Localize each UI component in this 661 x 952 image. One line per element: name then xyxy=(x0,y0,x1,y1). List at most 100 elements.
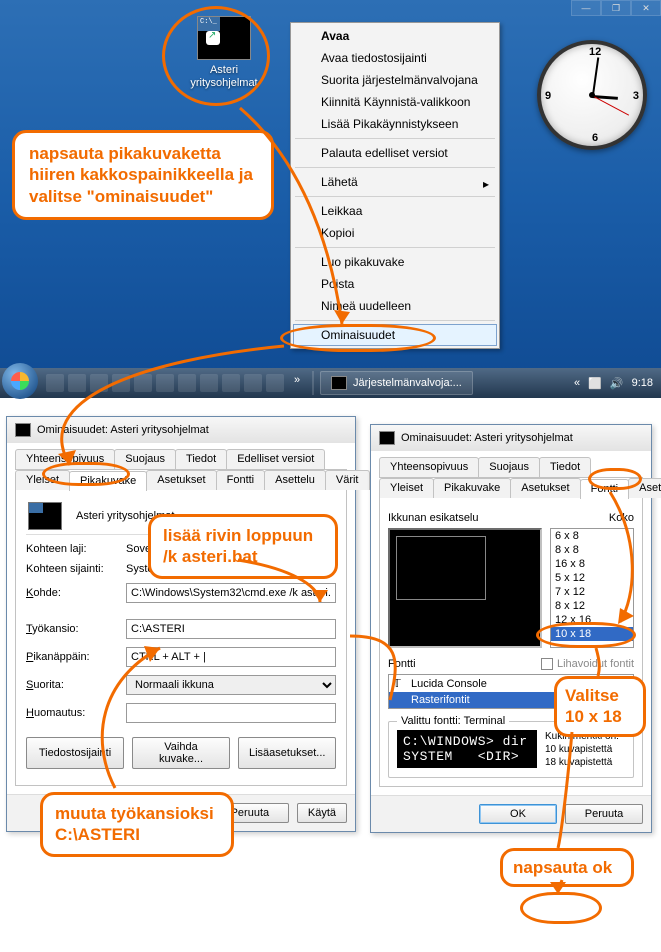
restore-button[interactable]: ❐ xyxy=(601,0,631,16)
comment-label: Huomautus: xyxy=(26,707,120,719)
size-option[interactable]: 16 x 8 xyxy=(551,557,633,571)
dialog-titlebar[interactable]: Ominaisuudet: Asteri yritysohjelmat xyxy=(371,425,651,451)
tab[interactable]: Edelliset versiot xyxy=(226,449,325,469)
window-preview xyxy=(388,528,542,648)
taskbar: » Järjestelmänvalvoja:... « ⬜ 🔊 9:18 xyxy=(0,368,661,398)
close-button[interactable]: ✕ xyxy=(631,0,661,16)
minimize-button[interactable]: — xyxy=(571,0,601,16)
context-menu-item[interactable]: Avaa xyxy=(293,25,497,47)
submenu-arrow-icon: ▸ xyxy=(483,177,489,191)
tab[interactable]: Asetukset xyxy=(146,470,216,490)
ql-icon[interactable] xyxy=(222,374,240,392)
annotation-ring-shortcut xyxy=(162,6,270,106)
annotation-ring-font-tab xyxy=(588,468,642,490)
start-button[interactable] xyxy=(2,363,38,399)
tray-chevron-icon[interactable]: « xyxy=(574,377,580,389)
size-option[interactable]: 8 x 12 xyxy=(551,599,633,613)
ql-icon[interactable] xyxy=(178,374,196,392)
context-menu-item[interactable]: Suorita järjestelmänvalvojana xyxy=(293,69,497,91)
bold-fonts-checkbox[interactable]: LLihavoidut fontitihavoidut fontit xyxy=(541,658,634,670)
tab[interactable]: Suojaus xyxy=(114,449,176,469)
clock-minute-hand xyxy=(592,57,599,95)
ql-icon[interactable] xyxy=(266,374,284,392)
ql-icon[interactable] xyxy=(46,374,64,392)
clock-num-3: 3 xyxy=(633,90,639,102)
tray-volume-icon[interactable]: 🔊 xyxy=(610,377,624,390)
clock-num-6: 6 xyxy=(592,132,598,144)
ql-icon[interactable] xyxy=(156,374,174,392)
tab[interactable]: Suojaus xyxy=(478,457,540,477)
cmd-icon xyxy=(331,376,347,390)
annotation-callout-choose-size: Valitse10 x 18 xyxy=(554,676,646,737)
shortcut-large-icon xyxy=(28,502,62,530)
annotation-ring-properties xyxy=(280,324,436,352)
ql-icon[interactable] xyxy=(200,374,218,392)
tab[interactable]: Tiedot xyxy=(175,449,227,469)
ql-chevron-icon[interactable]: » xyxy=(288,374,306,392)
tab[interactable]: Tiedot xyxy=(539,457,591,477)
ql-icon[interactable] xyxy=(90,374,108,392)
ok-button[interactable]: OK xyxy=(479,804,557,824)
window-controls: — ❐ ✕ xyxy=(571,0,661,16)
target-label: Kohde: xyxy=(26,587,120,599)
tab[interactable]: Pikakuvake xyxy=(433,478,511,498)
open-file-location-button[interactable]: Tiedostosijainti xyxy=(26,737,124,769)
startin-input[interactable] xyxy=(126,619,336,639)
apply-button[interactable]: Käytä xyxy=(297,803,347,823)
dialog-title: Ominaisuudet: Asteri yritysohjelmat xyxy=(37,424,209,436)
font-label: Fontti xyxy=(388,658,416,670)
context-menu-item[interactable]: Poista xyxy=(293,273,497,295)
tab[interactable]: Yleiset xyxy=(379,478,434,498)
context-menu-item[interactable]: Kopioi xyxy=(293,222,497,244)
context-menu-item[interactable]: Leikkaa xyxy=(293,200,497,222)
size-option[interactable]: 7 x 12 xyxy=(551,585,633,599)
ql-icon[interactable] xyxy=(134,374,152,392)
tab[interactable]: Fontti xyxy=(216,470,266,490)
annotation-callout-append: lisää rivin loppuun/k asteri.bat xyxy=(148,514,338,579)
truetype-icon: 𝕋 xyxy=(393,677,407,690)
hotkey-label: Pikanäppäin: xyxy=(26,651,120,663)
advanced-button[interactable]: Lisäasetukset... xyxy=(238,737,336,769)
ql-icon[interactable] xyxy=(112,374,130,392)
context-menu-item[interactable]: Palauta edelliset versiot xyxy=(293,142,497,164)
cmd-icon xyxy=(379,431,395,445)
tab[interactable]: Asetukset xyxy=(510,478,580,498)
size-option[interactable]: 6 x 8 xyxy=(551,529,633,543)
ql-icon[interactable] xyxy=(244,374,262,392)
comment-input[interactable] xyxy=(126,703,336,723)
change-icon-button[interactable]: Vaihda kuvake... xyxy=(132,737,230,769)
annotation-callout-rightclick: napsauta pikakuvaketta hiiren kakkospain… xyxy=(12,130,274,220)
taskbar-task[interactable]: Järjestelmänvalvoja:... xyxy=(320,371,473,395)
context-menu-item[interactable]: Lisää Pikakäynnistykseen xyxy=(293,113,497,135)
tab[interactable]: Yhteensopivuus xyxy=(379,457,479,477)
cmd-icon xyxy=(15,423,31,437)
startin-label: Työkansio: xyxy=(26,623,120,635)
ql-icon[interactable] xyxy=(68,374,86,392)
context-menu-item[interactable]: Luo pikakuvake xyxy=(293,251,497,273)
tray-clock[interactable]: 9:18 xyxy=(632,377,653,389)
annotation-callout-click-ok: napsauta ok xyxy=(500,848,634,887)
target-type-label: Kohteen laji: xyxy=(26,543,120,555)
tab[interactable]: Värit xyxy=(325,470,370,490)
annotation-ring-shortcut-tab xyxy=(42,462,130,486)
context-menu-item[interactable]: Nimeä uudelleen xyxy=(293,295,497,317)
annotation-callout-workdir: muuta työkansioksiC:\ASTERI xyxy=(40,792,234,857)
cancel-button[interactable]: Peruuta xyxy=(565,804,643,824)
dialog-titlebar[interactable]: Ominaisuudet: Asteri yritysohjelmat xyxy=(7,417,355,443)
target-input[interactable] xyxy=(126,583,336,603)
context-menu-item[interactable]: Lähetä▸ xyxy=(293,171,497,193)
hotkey-input[interactable] xyxy=(126,647,336,667)
system-tray: « ⬜ 🔊 9:18 xyxy=(574,377,661,390)
size-option[interactable]: 5 x 12 xyxy=(551,571,633,585)
run-label: Suorita: xyxy=(26,679,120,691)
run-select[interactable]: Normaali ikkuna xyxy=(126,675,336,695)
context-menu-item[interactable]: Avaa tiedostosijainti xyxy=(293,47,497,69)
tray-network-icon[interactable]: ⬜ xyxy=(588,377,602,390)
target-location-label: Kohteen sijainti: xyxy=(26,563,120,575)
clock-num-12: 12 xyxy=(589,46,601,58)
context-menu-item[interactable]: Kiinnitä Käynnistä-valikkoon xyxy=(293,91,497,113)
font-sample: C:\WINDOWS> dir SYSTEM <DIR> xyxy=(397,730,537,768)
size-option[interactable]: 8 x 8 xyxy=(551,543,633,557)
tab[interactable]: Asettelu xyxy=(264,470,326,490)
dialog-title: Ominaisuudet: Asteri yritysohjelmat xyxy=(401,432,573,444)
